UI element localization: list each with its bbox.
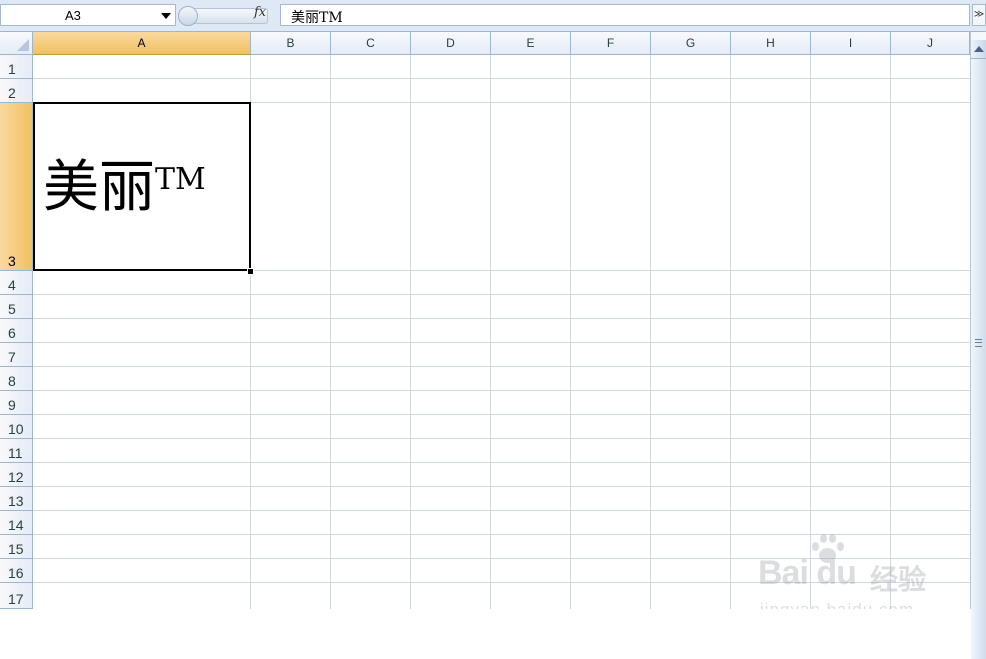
row-number: 4 <box>8 277 16 293</box>
cell-a3-text: 美丽 <box>43 155 155 220</box>
row-number: 16 <box>8 565 24 581</box>
row-number: 1 <box>8 61 16 77</box>
cell-a3[interactable]: 美丽TM <box>33 102 251 271</box>
fx-icon[interactable]: 𝑓x <box>254 5 266 20</box>
row-number: 15 <box>8 541 24 557</box>
watermark-logo: Bai du <box>758 554 857 592</box>
row-number: 6 <box>8 325 16 341</box>
select-all-button[interactable] <box>0 32 33 55</box>
expand-formula-bar-button[interactable]: ≫ <box>972 4 986 26</box>
row-number: 5 <box>8 301 16 317</box>
row-header-12[interactable]: 12 <box>0 463 33 487</box>
gridline <box>33 294 970 295</box>
row-header-13[interactable]: 13 <box>0 487 33 511</box>
row-header-8[interactable]: 8 <box>0 367 33 391</box>
row-header-4[interactable]: 4 <box>0 271 33 295</box>
row-number: 7 <box>8 349 16 365</box>
watermark-url: jingyan.baidu.com <box>760 600 914 609</box>
row-header-1[interactable]: 1 <box>0 55 33 79</box>
row-number: 11 <box>8 445 23 461</box>
row-header-10[interactable]: 10 <box>0 415 33 439</box>
formula-bar-resize-handle[interactable] <box>178 6 198 26</box>
row-number: 17 <box>8 591 24 607</box>
column-header-i[interactable]: I <box>811 32 891 55</box>
gridline <box>650 55 651 609</box>
row-number: 13 <box>8 493 24 509</box>
row-number: 14 <box>8 517 24 533</box>
cell-a3-content: 美丽TM <box>43 156 206 220</box>
arrow-up-icon <box>974 46 984 52</box>
row-number: 8 <box>8 373 16 389</box>
column-header-c[interactable]: C <box>331 32 411 55</box>
gridline <box>33 486 970 487</box>
column-header-f[interactable]: F <box>571 32 651 55</box>
gridline <box>490 55 491 609</box>
select-all-icon <box>17 39 29 51</box>
row-number: 10 <box>8 421 24 437</box>
fill-handle[interactable] <box>247 268 254 275</box>
row-header-6[interactable]: 6 <box>0 319 33 343</box>
grip-icon <box>975 339 982 347</box>
row-header-17[interactable]: 17 <box>0 583 33 609</box>
row-header-2[interactable]: 2 <box>0 79 33 103</box>
formula-input[interactable]: 美丽TM <box>280 4 970 26</box>
formula-bar: A3 𝑓x 美丽TM ≫ <box>0 0 986 32</box>
name-box[interactable]: A3 <box>0 4 176 26</box>
row-header-15[interactable]: 15 <box>0 535 33 559</box>
gridline <box>33 438 970 439</box>
gridline <box>330 55 331 609</box>
gridline <box>810 55 811 609</box>
formula-content: 美丽TM <box>291 10 343 26</box>
column-header-a[interactable]: A <box>33 32 251 55</box>
gridline <box>33 510 970 511</box>
name-box-value: A3 <box>65 8 81 23</box>
column-header-h[interactable]: H <box>731 32 811 55</box>
gridline <box>33 342 970 343</box>
row-header-14[interactable]: 14 <box>0 511 33 535</box>
gridline <box>33 366 970 367</box>
row-header-11[interactable]: 11 <box>0 439 33 463</box>
scroll-thumb[interactable] <box>971 58 986 659</box>
row-header-5[interactable]: 5 <box>0 295 33 319</box>
row-number: 3 <box>8 253 16 269</box>
row-header-3[interactable]: 3 <box>0 103 33 271</box>
worksheet-grid[interactable]: A B C D E F G H I J 1 2 3 4 5 6 7 8 9 10… <box>0 32 970 609</box>
row-number: 12 <box>8 469 24 485</box>
gridline <box>33 462 970 463</box>
column-header-d[interactable]: D <box>411 32 491 55</box>
cell-a3-superscript: TM <box>155 162 206 197</box>
row-header-9[interactable]: 9 <box>0 391 33 415</box>
row-header-7[interactable]: 7 <box>0 343 33 367</box>
column-header-g[interactable]: G <box>651 32 731 55</box>
column-header-j[interactable]: J <box>891 32 970 55</box>
gridline <box>33 78 970 79</box>
gridline <box>730 55 731 609</box>
scroll-up-button[interactable] <box>971 40 986 59</box>
gridline <box>890 55 891 609</box>
gridline <box>410 55 411 609</box>
gridline <box>33 390 970 391</box>
gridline <box>570 55 571 609</box>
vertical-scrollbar[interactable] <box>970 32 986 659</box>
column-header-e[interactable]: E <box>491 32 571 55</box>
baidu-watermark: Bai du 经验 jingyan.baidu.com <box>758 532 938 609</box>
column-header-b[interactable]: B <box>251 32 331 55</box>
row-number: 9 <box>8 397 16 413</box>
row-number: 2 <box>8 85 16 101</box>
gridline <box>33 414 970 415</box>
insert-function-area: 𝑓x <box>176 4 278 26</box>
watermark-cn: 经验 <box>870 563 927 596</box>
chevron-down-icon[interactable] <box>161 13 171 19</box>
gridline <box>33 318 970 319</box>
row-header-16[interactable]: 16 <box>0 559 33 583</box>
